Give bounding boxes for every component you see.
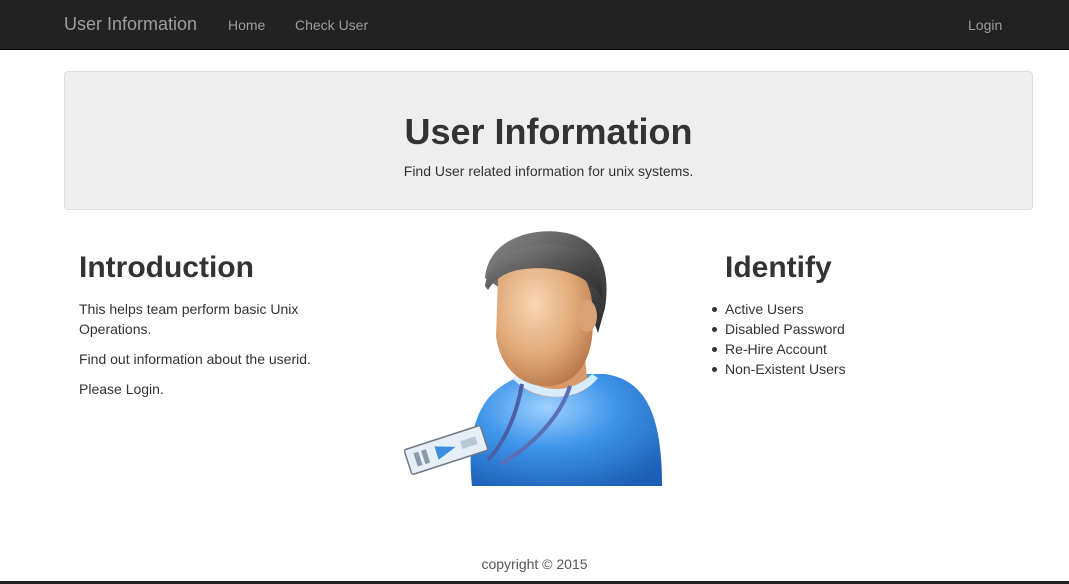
list-item: Active Users (712, 299, 985, 319)
identify-heading: Identify (725, 251, 832, 284)
introduction-paragraph: Please Login. (79, 381, 164, 397)
jumbotron: User Information Find User related infor… (64, 71, 1033, 210)
identify-section: Identify Active Users Disabled Password … (712, 250, 985, 379)
list-item: Disabled Password (712, 319, 985, 339)
introduction-paragraph: Find out information about the userid. (79, 351, 311, 367)
introduction-paragraph: This helps team perform basic Unix Opera… (79, 301, 299, 337)
list-item: Re-Hire Account (712, 339, 985, 359)
identify-list: Active Users Disabled Password Re-Hire A… (712, 299, 985, 379)
nav-home-link[interactable]: Home (228, 17, 265, 33)
list-item: Non-Existent Users (712, 359, 985, 379)
user-with-badge-icon (403, 231, 670, 486)
page-subtitle: Find User related information for unix s… (403, 163, 694, 179)
nav-login-link[interactable]: Login (968, 17, 1002, 33)
introduction-section: Introduction This helps team perform bas… (79, 250, 339, 409)
navbar: User Information Home Check User Login (0, 0, 1069, 50)
introduction-heading: Introduction (79, 251, 254, 284)
page-title: User Information (404, 111, 693, 152)
brand-link[interactable]: User Information (64, 14, 197, 35)
footer-copyright: copyright © 2015 (481, 556, 588, 572)
nav-check-user-link[interactable]: Check User (295, 17, 368, 33)
